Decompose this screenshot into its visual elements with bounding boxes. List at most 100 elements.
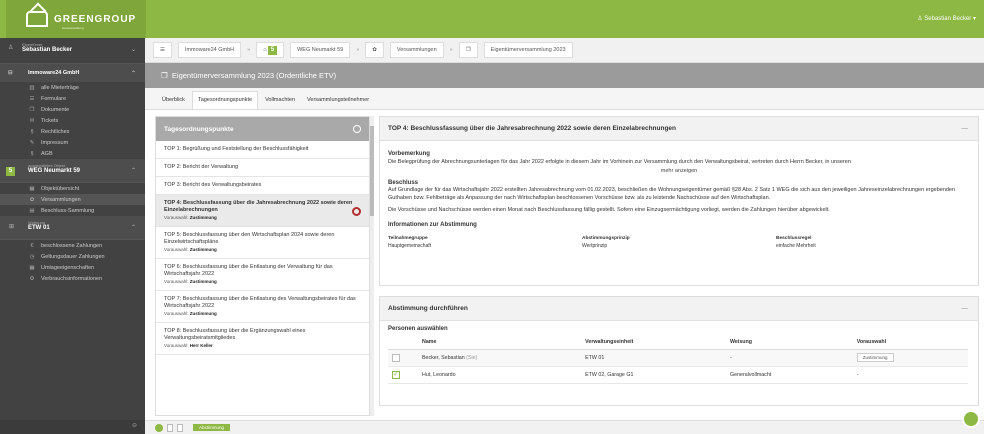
company-item[interactable]: § Rechtliches [0,126,145,137]
home-icon: ⊞ [9,224,15,230]
company-item-label: Formulare [41,95,67,102]
object-item[interactable]: ▤ Beschluss-Sammlung [0,205,145,216]
page-indicator[interactable] [155,423,163,432]
unit-item[interactable]: ⚙ Verbrauchsinformationen [0,273,145,284]
page-checkbox[interactable] [167,423,173,432]
object-item-label: Objektübersicht [41,185,80,192]
building-icon: ⊟ [8,70,13,76]
collapse-icon[interactable]: ⊖ [132,422,137,429]
owner-switcher[interactable]: ♙ Eigentümer Sebastian Becker ⌄ [0,38,145,64]
breadcrumb-company[interactable]: Immoware24 GmbH [177,42,242,58]
company-item-icon: ❐ [29,106,35,113]
agenda-item[interactable]: TOP 6: Beschlussfassung über die Entlast… [156,259,369,291]
tab-overview[interactable]: Überblick [157,97,190,109]
user-menu[interactable]: ♙ Sebastian Becker ▾ [917,15,976,22]
agenda-item[interactable]: TOP 2: Bericht der Verwaltung [156,159,369,177]
vorauswahl-label: Vorauswahl: [164,215,189,220]
company-item-label: Dokumente [41,106,70,113]
object-header[interactable]: 5 ausgewähltes Objekt WEG Neumarkt 59 ⌃ [0,159,145,183]
agenda-item-title: TOP 6: Beschlussfassung über die Entlast… [164,264,333,277]
breadcrumb-object[interactable]: WEG Neumarkt 59 [290,42,351,58]
agenda-item-title: TOP 5: Beschlussfassung über den Wirtsch… [164,232,335,245]
user-name: Sebastian Becker [924,16,972,22]
unit-item[interactable]: ◷ Geltungsdauer Zahlungen [0,251,145,262]
object-item-icon: ▤ [29,207,35,214]
sidebar-footer: ⊖ [0,420,145,434]
breadcrumb-meetings[interactable]: Versammlungen [389,42,444,58]
document-icon[interactable]: ❐ [458,42,478,58]
agenda-item[interactable]: TOP 5: Beschlussfassung über den Wirtsch… [156,227,369,259]
company-item[interactable]: ✉ Tickets [0,115,145,126]
unit-item-label: Geltungsdauer Zahlungen [41,253,105,260]
vote-panel: Abstimmung durchführen — Personen auswäh… [379,296,979,406]
agenda-item[interactable]: TOP 3: Bericht des Verwaltungsbeirates [156,177,369,195]
agenda-item-vorauswahl: Vorauswahl: Zustimmung [164,246,361,253]
tab-agenda[interactable]: Tagesordnungspunkte [191,91,259,109]
object-item[interactable]: ✿ Versammlungen [0,194,145,205]
home-icon: ⌂ [263,47,267,53]
tab-participants[interactable]: Versammlungsteilnehmer [302,97,374,109]
scroll-thumb[interactable] [370,126,374,216]
person-checkbox[interactable]: ✓ [392,371,400,379]
status-ring-icon [352,207,361,216]
agenda-item[interactable]: TOP 4: Beschlussfassung über die Jahresa… [156,195,369,227]
object-badge-icon: 5 [6,167,15,176]
collapse-minus-icon[interactable]: — [962,125,969,132]
object-item-icon: ▦ [29,185,35,192]
person-unit: ETW 02, Garage G1 [581,366,727,384]
tab-proxies[interactable]: Vollmachten [260,97,300,109]
flower-icon[interactable]: ✿ [365,42,384,58]
chevron-up-icon: ⌃ [130,168,136,174]
brand-logo[interactable]: GREENGROUP Hausverwaltung [6,0,146,38]
breadcrumb-meeting[interactable]: Eigentümerversammlung 2023 [483,42,573,58]
person-vorauswahl[interactable]: Zustimmung [856,353,894,362]
person-checkbox[interactable] [392,354,400,362]
collapse-minus-icon[interactable]: — [962,305,969,312]
object-item[interactable]: ▦ Objektübersicht [0,183,145,194]
detail-header[interactable]: TOP 4: Beschlussfassung über die Jahresa… [380,117,978,141]
company-item[interactable]: ❐ Dokumente [0,104,145,115]
agenda-item[interactable]: TOP 1: Begrüßung und Feststellung der Be… [156,141,369,159]
unit-item[interactable]: € beschlossene Zahlungen [0,240,145,251]
company-item[interactable]: ✎ Impressum [0,137,145,148]
show-more-link[interactable]: mehr anzeigen [388,168,970,176]
vote-action-button[interactable]: Abstimmung [193,424,231,431]
info-value: Hauptgemeinschaft [388,242,432,249]
page-title-text: Eigentümerversammlung 2023 (Ordentliche … [171,71,337,80]
person-row[interactable]: Becker, Sebastian (Sie) ETW 01- Zustimmung [388,349,968,367]
vorauswahl-value: Zustimmung [189,279,217,284]
list-icon[interactable]: ☰ [153,42,172,58]
chat-bubble-icon[interactable] [962,410,980,428]
unit-item[interactable]: ▦ Umlageeigenschaften [0,262,145,273]
company-item[interactable]: ☰ Formulare [0,93,145,104]
agenda-scrollbar[interactable] [370,116,374,416]
page-dropdown[interactable] [177,423,183,432]
beschluss-text-2: Die Vorschüsse und Nachschüsse werden ei… [388,207,830,213]
agenda-item[interactable]: TOP 7: Beschlussfassung über die Entlast… [156,291,369,323]
agenda-item-vorauswahl: Vorauswahl: Herr Keller [164,342,361,349]
column-header: Name [418,335,582,350]
agenda-header: Tagesordnungspunkte [156,117,369,141]
company-item[interactable]: ▥ alle Mieterträge [0,82,145,93]
agenda-item[interactable]: TOP 8: Beschlussfassung über die Ergänzu… [156,323,369,355]
agenda-item-title: TOP 7: Beschlussfassung über die Entlast… [164,296,356,309]
agenda-item-title: TOP 2: Bericht der Verwaltung [164,164,239,170]
agenda-item-vorauswahl: Vorauswahl: Zustimmung [164,214,361,221]
info-label: Teilnahmegruppe [388,236,428,241]
agenda-item-title: TOP 8: Beschlussfassung über die Ergänzu… [164,328,306,341]
unit-header[interactable]: ⊞ Wohnung ETW 01 ⌃ [0,216,145,240]
unit-item-label: Verbrauchsinformationen [41,275,103,282]
brand-tagline: Hausverwaltung [62,26,84,30]
vorauswahl-value: Zustimmung [189,215,217,220]
person-weisung: Generalvollmacht [726,366,853,384]
owner-name: Sebastian Becker [22,47,73,53]
home-crumb[interactable]: ⌂ 5 [256,42,285,58]
company-header[interactable]: ⊟ Immoware24 GmbH ⌃ [0,64,145,82]
person-row[interactable]: ✓ Hut, Leonardo ETW 02, Garage G1 Generalvo… [388,366,968,384]
company-item[interactable]: § AGB [0,148,145,159]
vorauswahl-label: Vorauswahl: [164,311,189,316]
agenda-item-title: TOP 1: Begrüßung und Feststellung der Be… [164,146,309,152]
circle-icon[interactable] [353,125,361,133]
person-name: Becker, Sebastian [422,355,465,361]
vote-header[interactable]: Abstimmung durchführen — [380,297,978,321]
